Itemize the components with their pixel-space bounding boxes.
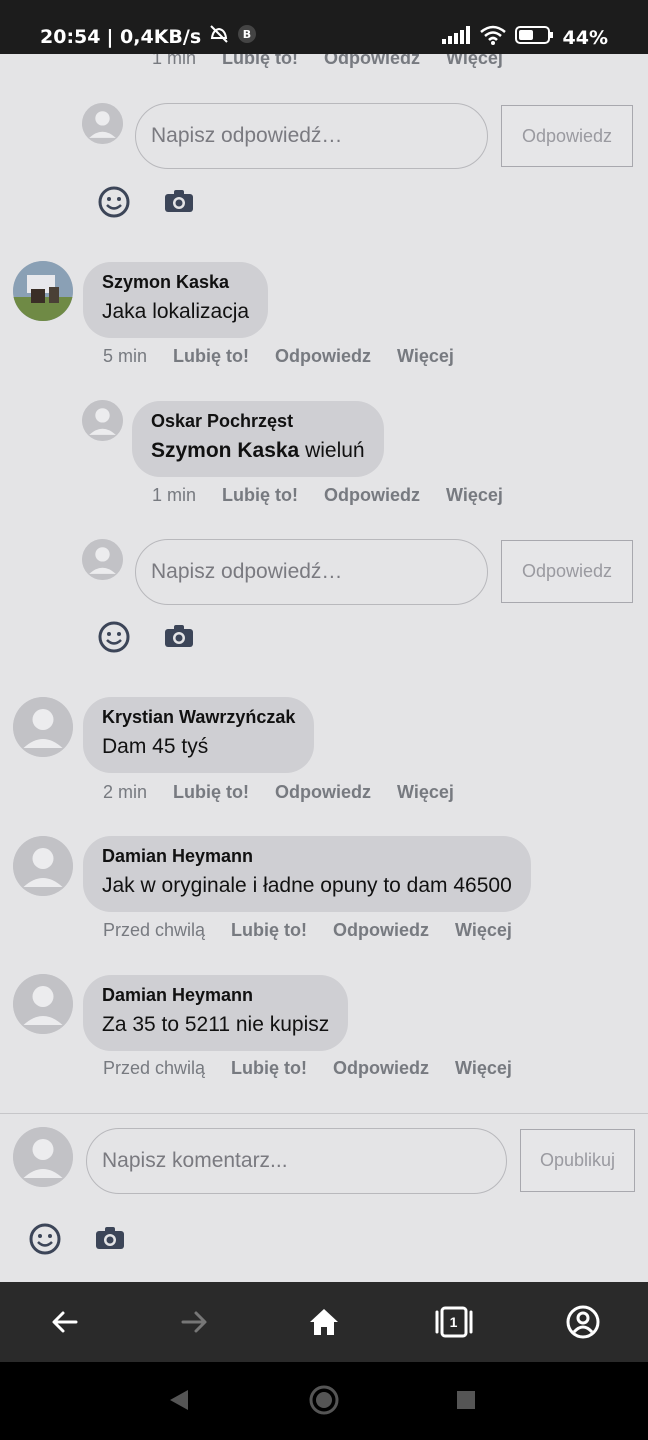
camera-icon[interactable] xyxy=(93,1223,127,1253)
avatar xyxy=(13,836,73,896)
like-link[interactable]: Lubię to! xyxy=(222,54,298,69)
comment-bubble: Krystian Wawrzyńczak Dam 45 tyś xyxy=(83,697,315,773)
comment-time: 2 min xyxy=(103,782,148,802)
comment-meta: 2 min Lubię to! Odpowiedz Więcej xyxy=(103,782,454,803)
like-link[interactable]: Lubię to! xyxy=(231,1058,307,1079)
browser-nav-bar: 1 xyxy=(0,1282,648,1362)
like-link[interactable]: Lubię to! xyxy=(222,485,298,506)
tab-count: 1 xyxy=(449,1314,458,1330)
system-nav-bar xyxy=(0,1362,648,1440)
camera-icon[interactable] xyxy=(162,186,196,216)
avatar xyxy=(13,974,73,1034)
more-link[interactable]: Więcej xyxy=(397,782,454,803)
divider xyxy=(0,1113,648,1114)
comment-text: Za 35 to 5211 nie kupisz xyxy=(102,1013,330,1036)
reply-time: 1 min xyxy=(152,485,197,505)
status-time: 20:54 xyxy=(40,25,101,48)
comment-bubble: Damian Heymann Jak w oryginale i ładne o… xyxy=(83,836,531,912)
avatar-photo xyxy=(13,261,73,321)
signal-icon xyxy=(441,25,471,50)
forward-arrow-icon[interactable] xyxy=(164,1292,224,1352)
comment-meta: Przed chwilą Lubię to! Odpowiedz Więcej xyxy=(103,1058,512,1079)
more-link[interactable]: Więcej xyxy=(455,920,512,941)
reply-text: Szymon Kaska wieluń xyxy=(151,437,365,465)
comment-author[interactable]: Szymon Kaska xyxy=(102,272,249,292)
reply-link[interactable]: Odpowiedz xyxy=(333,920,429,941)
avatar xyxy=(13,697,73,757)
system-home-icon[interactable] xyxy=(308,1384,340,1421)
like-link[interactable]: Lubię to! xyxy=(231,920,307,941)
system-back-icon[interactable] xyxy=(168,1388,190,1417)
reply-input-placeholder: Napisz odpowiedź… xyxy=(151,124,343,147)
reply-meta: 1 min Lubię to! Odpowiedz Więcej xyxy=(152,485,503,506)
like-link[interactable]: Lubię to! xyxy=(173,782,249,803)
reply-link[interactable]: Odpowiedz xyxy=(324,485,420,506)
avatar xyxy=(82,539,123,580)
comment-author[interactable]: Damian Heymann xyxy=(102,985,329,1005)
account-icon[interactable] xyxy=(553,1292,613,1352)
avatar xyxy=(13,1127,73,1187)
reply-author[interactable]: Oskar Pochrzęst xyxy=(151,411,365,431)
comment-text: Jak w oryginale i ładne opuny to dam 465… xyxy=(102,874,512,897)
status-network-speed: | 0,4KB/s xyxy=(106,25,202,48)
comment-time: Przed chwilą xyxy=(103,1058,206,1078)
reply-submit-button[interactable]: Odpowiedz xyxy=(501,105,633,167)
wifi-icon xyxy=(479,24,507,51)
comment-text: Dam 45 tyś xyxy=(102,735,209,758)
comment-input-placeholder: Napisz komentarz... xyxy=(102,1149,288,1172)
back-arrow-icon[interactable] xyxy=(35,1292,95,1352)
more-link[interactable]: Więcej xyxy=(446,54,503,69)
comment-author[interactable]: Krystian Wawrzyńczak xyxy=(102,707,295,727)
reply-link[interactable]: Odpowiedz xyxy=(324,54,420,69)
emoji-icon[interactable] xyxy=(96,184,132,220)
app-notification-icon: B xyxy=(237,24,257,49)
svg-text:B: B xyxy=(243,28,251,41)
like-link[interactable]: Lubię to! xyxy=(173,346,249,367)
reply-text-body: wieluń xyxy=(299,439,365,462)
comment-meta: 5 min Lubię to! Odpowiedz Więcej xyxy=(103,346,454,367)
comment-time: 1 min xyxy=(152,54,197,68)
tabs-icon[interactable]: 1 xyxy=(424,1292,484,1352)
more-link[interactable]: Więcej xyxy=(446,485,503,506)
comment-author[interactable]: Damian Heymann xyxy=(102,846,512,866)
status-bar: 20:54 | 0,4KB/s B 44% xyxy=(0,0,648,54)
comment-text: Jaka lokalizacja xyxy=(102,300,250,323)
avatar xyxy=(82,400,123,441)
reply-input[interactable]: Napisz odpowiedź… xyxy=(135,103,488,169)
publish-button[interactable]: Opublikuj xyxy=(520,1129,635,1192)
battery-icon xyxy=(514,25,555,50)
reply-link[interactable]: Odpowiedz xyxy=(333,1058,429,1079)
emoji-icon[interactable] xyxy=(27,1221,63,1257)
battery-percent: 44% xyxy=(562,26,608,49)
camera-icon[interactable] xyxy=(162,621,196,651)
emoji-icon[interactable] xyxy=(96,619,132,655)
home-icon[interactable] xyxy=(294,1292,354,1352)
more-link[interactable]: Więcej xyxy=(397,346,454,367)
comment-time: 5 min xyxy=(103,346,148,366)
avatar xyxy=(82,103,123,144)
comment-bubble: Szymon Kaska Jaka lokalizacja xyxy=(83,262,269,338)
reply-bubble: Oskar Pochrzęst Szymon Kaska wieluń xyxy=(132,401,384,477)
partial-comment-meta: 1 min Lubię to! Odpowiedz Więcej xyxy=(152,54,503,69)
reply-submit-button[interactable]: Odpowiedz xyxy=(501,540,633,603)
reply-mention[interactable]: Szymon Kaska xyxy=(151,439,299,462)
reply-input-placeholder: Napisz odpowiedź… xyxy=(151,560,343,583)
comment-time: Przed chwilą xyxy=(103,920,206,940)
comments-page: 1 min Lubię to! Odpowiedz Więcej Napisz … xyxy=(0,54,648,1282)
comment-input[interactable]: Napisz komentarz... xyxy=(86,1128,507,1194)
mute-alarm-icon xyxy=(207,24,231,49)
comment-meta: Przed chwilą Lubię to! Odpowiedz Więcej xyxy=(103,920,512,941)
reply-link[interactable]: Odpowiedz xyxy=(275,346,371,367)
system-recents-icon[interactable] xyxy=(456,1390,476,1415)
more-link[interactable]: Więcej xyxy=(455,1058,512,1079)
reply-input[interactable]: Napisz odpowiedź… xyxy=(135,539,488,605)
comment-bubble: Damian Heymann Za 35 to 5211 nie kupisz xyxy=(83,975,349,1051)
reply-link[interactable]: Odpowiedz xyxy=(275,782,371,803)
